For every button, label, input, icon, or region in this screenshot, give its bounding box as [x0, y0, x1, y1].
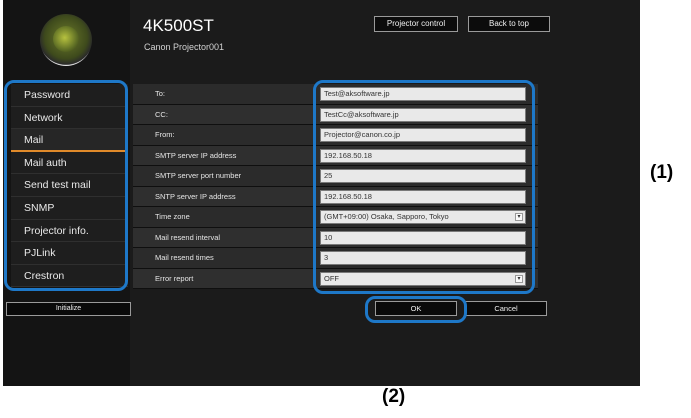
projector-name: Canon Projector001 [144, 42, 225, 52]
cancel-button[interactable]: Cancel [465, 301, 547, 316]
initialize-button[interactable]: Initialize [6, 302, 131, 316]
projector-control-button[interactable]: Projector control [374, 16, 458, 32]
time-zone-label: Time zone [155, 212, 190, 221]
to-label: To: [155, 89, 166, 98]
lens-logo [40, 14, 92, 66]
resend-times-label: Mail resend times [155, 253, 214, 262]
resend-interval-label: Mail resend interval [155, 232, 221, 242]
back-to-top-button[interactable]: Back to top [468, 16, 550, 32]
page-title: 4K500ST [143, 16, 214, 35]
smtp-ip-label: SMTP server IP address [155, 150, 237, 160]
error-report-label: Error report [155, 273, 194, 283]
from-label: From: [155, 130, 175, 139]
cc-label: CC: [155, 109, 168, 119]
fields-highlight [313, 80, 535, 294]
sidebar-highlight [4, 80, 128, 291]
smtp-port-label: SMTP server port number [155, 171, 242, 180]
callout-one: (1) [650, 162, 674, 183]
ok-button-highlight [365, 296, 467, 323]
sntp-ip-label: SNTP server IP address [155, 191, 236, 201]
callout-two: (2) [382, 386, 406, 407]
lens-logo-core [53, 26, 79, 52]
